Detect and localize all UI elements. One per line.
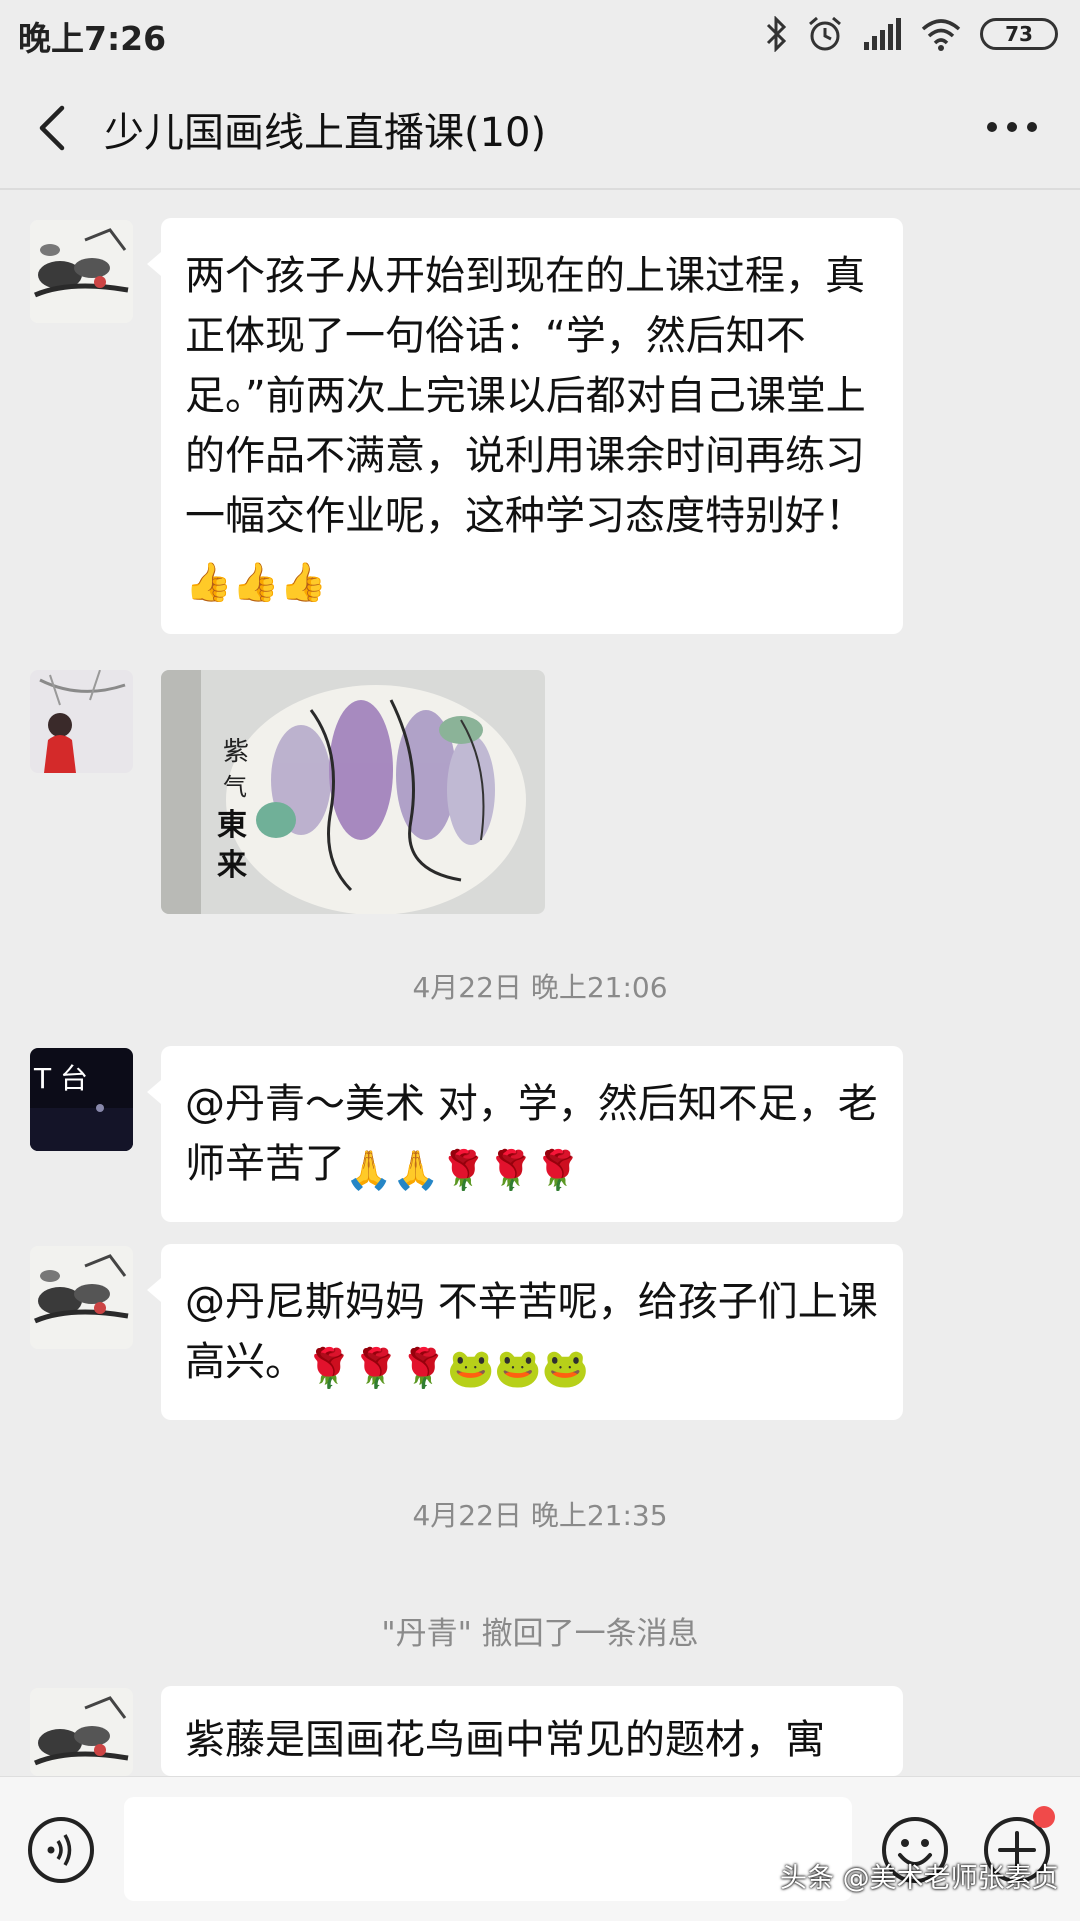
message-bubble[interactable]: @丹尼斯妈妈 不辛苦呢，给孩子们上课高兴。🌹🌹🌹🐸🐸🐸	[147, 1244, 903, 1420]
avatar[interactable]	[30, 1246, 133, 1349]
thumbs-up-icon: 👍👍👍	[185, 560, 327, 604]
avatar-label: T 台	[33, 1062, 88, 1095]
message-bubble[interactable]: 紫藤是国画花鸟画中常见的题材，寓	[161, 1686, 903, 1776]
header-divider	[0, 188, 1080, 190]
avatar[interactable]: T 台	[30, 1048, 133, 1151]
voice-input-button[interactable]	[26, 1815, 96, 1885]
chat-header: 少儿国画线上直播课(10)	[0, 70, 1080, 186]
signal-icon	[864, 18, 901, 50]
avatar[interactable]	[30, 220, 133, 323]
input-bar	[0, 1776, 1080, 1921]
message-text: 紫藤是国画花鸟画中常见的题材，寓	[185, 1717, 825, 1763]
rose-icon: 🌹🌹🌹🐸🐸🐸	[305, 1346, 589, 1390]
message-bubble[interactable]: 两个孩子从开始到现在的上课过程，真正体现了一句俗话：“学，然后知不足。”前两次上…	[147, 218, 903, 634]
chat-title: 少儿国画线上直播课(10)	[104, 110, 547, 156]
message-text: 两个孩子从开始到现在的上课过程，真正体现了一句俗话：“学，然后知不足。”前两次上…	[185, 253, 866, 539]
avatar[interactable]	[30, 1688, 133, 1776]
avatar[interactable]	[30, 670, 133, 773]
message-bubble[interactable]: @丹青～美术 对，学，然后知不足，老师辛苦了🙏🙏🌹🌹🌹	[147, 1046, 903, 1222]
svg-text:气: 气	[223, 773, 247, 801]
bluetooth-icon	[766, 16, 787, 52]
back-button[interactable]	[30, 100, 82, 156]
painting-image[interactable]: 紫 气 東 来	[161, 670, 545, 914]
status-bar: 晚上7:26 73	[0, 0, 1080, 64]
rose-icon: 🙏🙏🌹🌹🌹	[345, 1148, 582, 1192]
wifi-icon	[921, 19, 961, 51]
watermark: 头条 @美术老师张素贞	[780, 1863, 1059, 1894]
recall-notice: "丹青" 撤回了一条消息	[381, 1616, 699, 1652]
svg-text:東: 東	[217, 808, 247, 843]
status-icons: 73	[764, 12, 1058, 56]
status-time: 晚上7:26	[18, 19, 167, 58]
svg-text:来: 来	[217, 848, 247, 883]
message-input[interactable]	[124, 1797, 852, 1901]
painting-inscription: 紫	[223, 737, 249, 767]
alarm-icon	[809, 16, 841, 51]
battery-indicator: 73	[980, 18, 1058, 50]
timestamp: 4月22日 晚上21:06	[412, 971, 668, 1004]
more-options-button[interactable]	[984, 112, 1040, 142]
timestamp: 4月22日 晚上21:35	[412, 1499, 668, 1532]
notification-dot	[1033, 1806, 1055, 1828]
